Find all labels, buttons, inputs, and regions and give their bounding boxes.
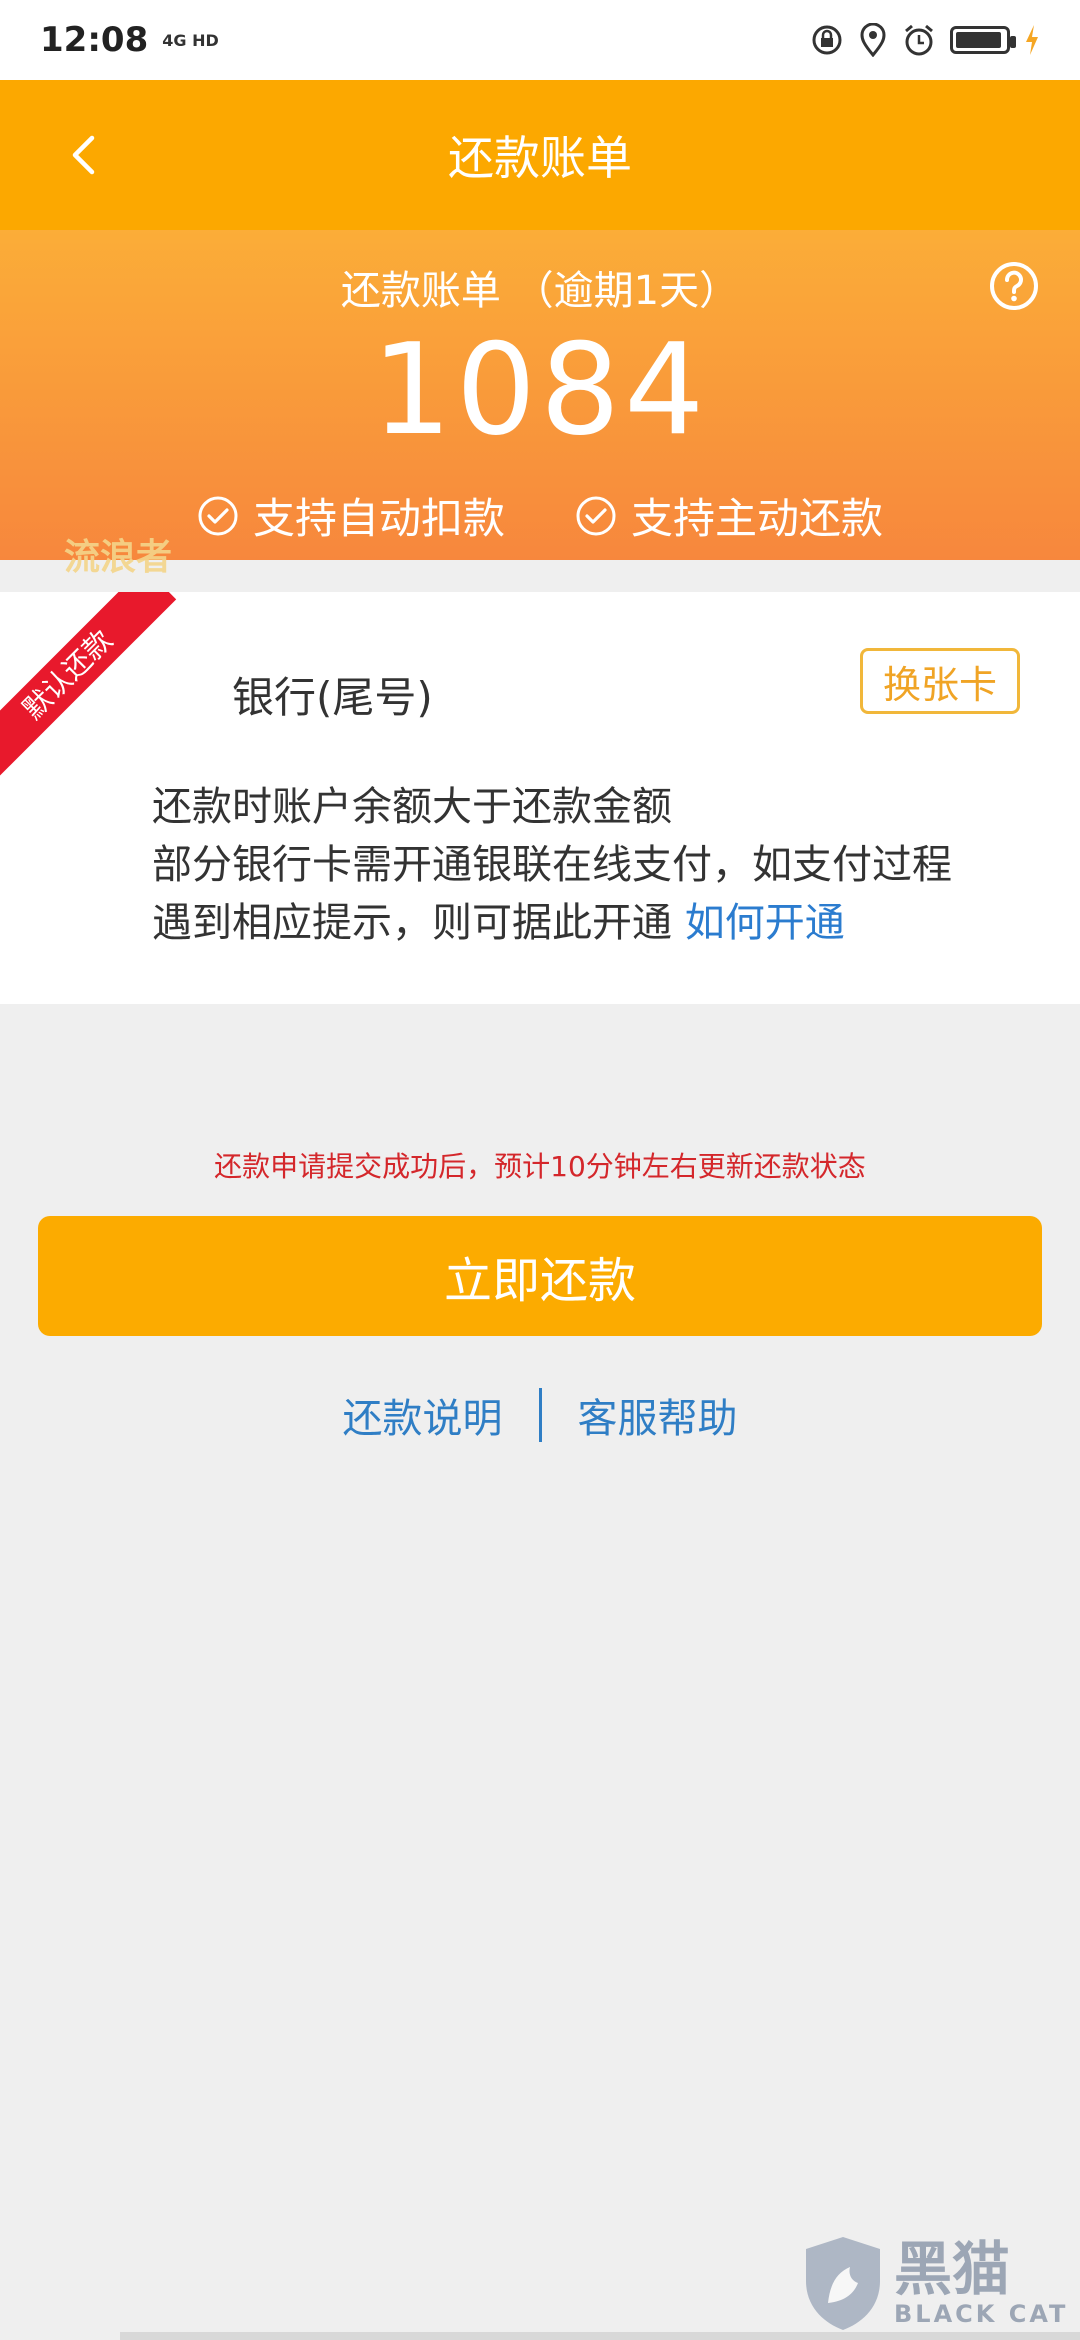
cat-shield-icon (806, 2237, 880, 2330)
battery-icon (950, 26, 1016, 54)
status-time: 12:08 (40, 20, 149, 60)
default-repay-ribbon: 默认还款 (0, 592, 177, 784)
watermark-en: BLACK CAT (894, 2300, 1069, 2328)
note-line: 还款时账户余额大于还款金额 (152, 784, 672, 830)
note-line: 部分银行卡需开通银联在线支付，如支付过程 (152, 842, 952, 888)
check-circle-icon (198, 496, 238, 535)
repay-now-button[interactable]: 立即还款 (38, 1216, 1042, 1336)
feature-auto-debit: 支持自动扣款 (197, 485, 505, 546)
watermark-text: 流浪者 (64, 537, 173, 578)
network-indicator: 4G HD (162, 30, 219, 50)
bill-summary: 还款账单 （逾期1天） 1084 支持自动扣款 支持主动还款 (0, 230, 1080, 560)
status-left: 12:08 4G HD (40, 20, 219, 60)
repay-notes: 还款时账户余额大于还款金额 部分银行卡需开通银联在线支付，如支付过程 遇到相应提… (152, 778, 952, 952)
lock-rotation-icon (812, 25, 842, 55)
switch-card-button[interactable]: 换张卡 (860, 648, 1020, 714)
check-circle-icon (576, 496, 616, 535)
question-circle-icon[interactable] (988, 260, 1040, 312)
bottom-edge (120, 2332, 1080, 2340)
repay-explain-link[interactable]: 还款说明 (343, 1386, 503, 1444)
link-divider (538, 1388, 542, 1442)
feature-active-repay: 支持主动还款 (575, 485, 883, 546)
note-text: 遇到相应提示，则可据此开通 (152, 900, 672, 946)
charging-icon (1026, 25, 1038, 55)
status-icons (810, 23, 1040, 57)
bank-name: 银行(尾号) (232, 673, 433, 722)
note-line: 遇到相应提示，则可据此开通 如何开通 (152, 894, 952, 952)
customer-help-link[interactable]: 客服帮助 (578, 1386, 738, 1444)
feature-label: 支持自动扣款 (252, 494, 505, 543)
status-hint: 还款申请提交成功后，预计10分钟左右更新还款状态 (214, 1150, 866, 1183)
status-bar: 12:08 4G HD (0, 0, 1080, 80)
blackcat-watermark: 黑猫 BLACK CAT (800, 2230, 1070, 2336)
chevron-left-icon[interactable] (60, 130, 110, 180)
alarm-icon (905, 24, 933, 56)
repay-card: 默认还款 银行(尾号) 换张卡 还款时账户余额大于还款金额 部分银行卡需开通银联… (0, 592, 1080, 1004)
page-title: 还款账单 (448, 131, 632, 185)
location-icon (860, 23, 886, 57)
watermark-cn: 黑猫 (894, 2235, 1011, 2303)
how-to-enable-link[interactable]: 如何开通 (685, 900, 845, 946)
bill-amount: 1084 (371, 316, 709, 463)
footer-links: 还款说明 客服帮助 (0, 1386, 1080, 1444)
bill-subtitle: 还款账单 （逾期1天） (340, 268, 740, 314)
watermark-text-block: 黑猫 BLACK CAT (894, 2238, 1068, 2328)
nav-bar: 还款账单 (0, 80, 1080, 230)
feature-label: 支持主动还款 (631, 494, 884, 543)
